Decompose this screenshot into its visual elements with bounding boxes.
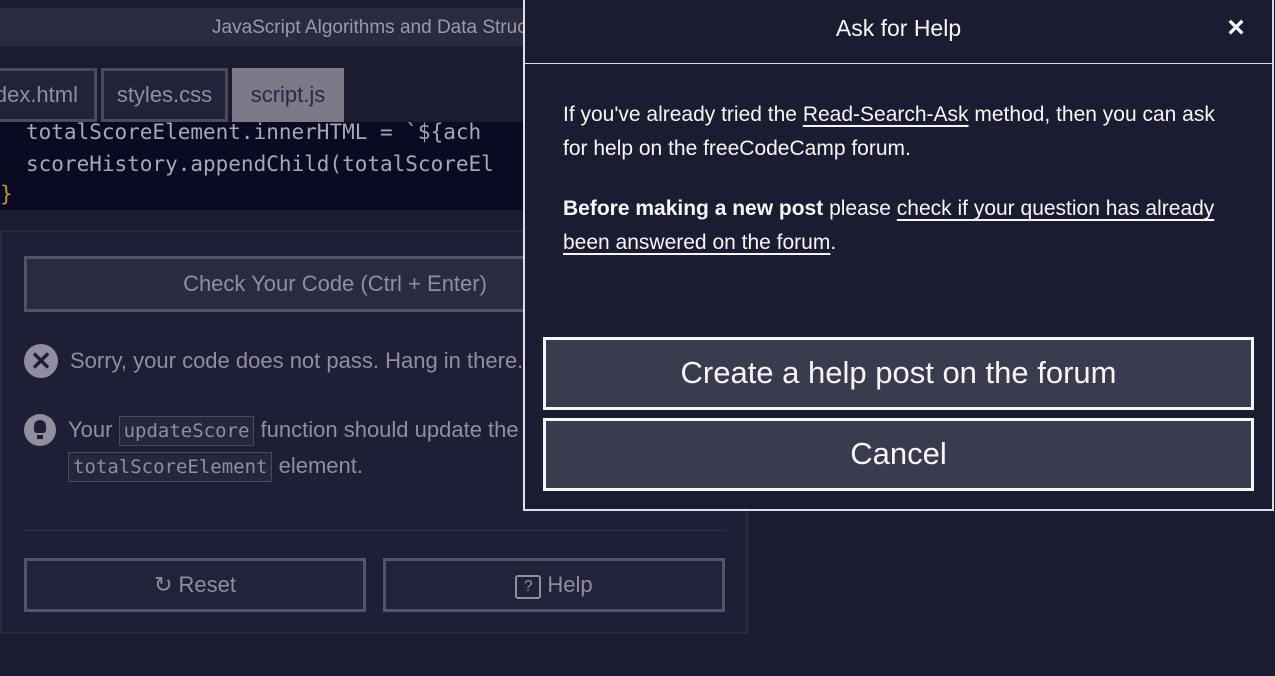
tab-script-js[interactable]: script.js [232, 68, 344, 122]
close-icon[interactable]: × [1222, 13, 1250, 43]
modal-title: Ask for Help [835, 15, 962, 41]
fail-message-row: ✕ Sorry, your code does not pass. Hang i… [24, 344, 523, 378]
question-icon: ? [515, 575, 542, 599]
tab-index-html[interactable]: index.html [0, 68, 97, 122]
period: . [830, 231, 837, 254]
hint-code-total-score-element: totalScoreElement [68, 452, 273, 482]
reset-label: Reset [178, 572, 236, 597]
page-title: JavaScript Algorithms and Data Structure… [212, 17, 569, 38]
help-button[interactable]: ? Help [383, 558, 725, 612]
read-search-ask-link[interactable]: Read-Search-Ask [803, 103, 969, 126]
hint-prefix: Your [68, 417, 113, 442]
intro-paragraph: If you've already tried the Read-Search-… [563, 98, 1243, 166]
modal-body: If you've already tried the Read-Search-… [563, 98, 1243, 286]
code-line: } [0, 182, 13, 206]
search-paragraph: Before making a new post please check if… [563, 192, 1243, 260]
code-line: totalScoreElement.innerHTML = `${ach [26, 122, 482, 144]
intro-text-before: If you've already tried the [563, 103, 803, 126]
fail-message: Sorry, your code does not pass. Hang in … [70, 348, 524, 373]
divider [24, 530, 726, 531]
reset-icon: ↻ [154, 572, 173, 597]
x-circle-icon: ✕ [24, 344, 58, 378]
create-help-post-button[interactable]: Create a help post on the forum [543, 337, 1254, 410]
cancel-button[interactable]: Cancel [543, 418, 1254, 491]
before-post-bold: Before making a new post [563, 197, 824, 220]
please-text: please [823, 197, 897, 220]
modal-header: Ask for Help × [525, 0, 1272, 64]
reset-button[interactable]: ↻ Reset [24, 558, 366, 612]
hint-suffix: element. [278, 453, 363, 478]
ask-for-help-modal: Ask for Help × If you've already tried t… [523, 0, 1274, 511]
lightbulb-icon [24, 414, 56, 446]
code-line: scoreHistory.appendChild(totalScoreEl [26, 152, 494, 176]
hint-middle: function should update the [260, 417, 519, 442]
hint-code-update-score: updateScore [118, 416, 255, 446]
tab-styles-css[interactable]: styles.css [101, 68, 228, 122]
help-label: Help [547, 572, 593, 597]
